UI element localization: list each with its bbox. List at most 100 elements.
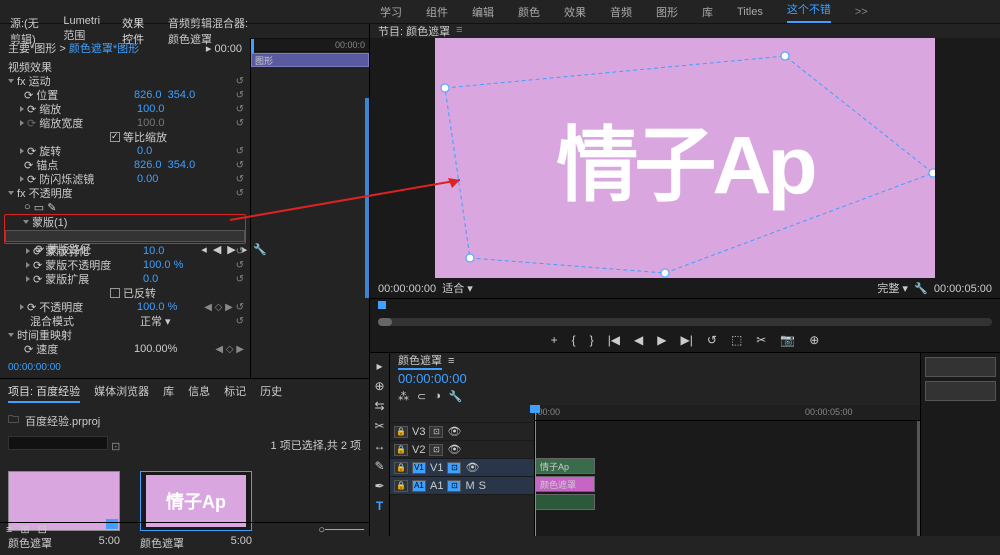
selection-tool[interactable]: ▸ <box>376 359 382 373</box>
go-to-out-button[interactable]: ↺ <box>707 333 717 347</box>
mark-out-button[interactable]: } <box>590 333 594 347</box>
timeline-playhead[interactable] <box>535 405 536 420</box>
timeline-settings: ⁂ ⊂ ◑ 🔧 <box>390 387 920 405</box>
ws-tab[interactable]: 组件 <box>426 4 448 20</box>
transport-controls: + { } |◀ ◀ ▶ ▶| ↺ ⬚ ✂ 📷 ⊕ <box>370 328 1000 352</box>
kf-nav[interactable]: ▸ 00:00 <box>206 42 242 55</box>
clip[interactable]: 情子Ap <box>535 458 595 474</box>
program-tc-in[interactable]: 00:00:00:00 <box>378 283 436 295</box>
seq-thumb[interactable] <box>925 357 996 377</box>
tab-info[interactable]: 信息 <box>188 383 210 403</box>
blend-mode-select[interactable]: 正常 ▾ <box>140 313 171 329</box>
ws-tab[interactable]: 库 <box>702 4 713 20</box>
snap-icon[interactable]: ⁂ <box>398 390 409 403</box>
step-fwd-button[interactable]: ▶| <box>681 333 693 347</box>
ec-timecode[interactable]: 00:00:00:00 <box>0 360 250 375</box>
mask-rect-icon[interactable]: ▭ <box>34 201 44 214</box>
quality-select[interactable]: 完整 ▾ <box>877 283 908 295</box>
project-item[interactable]: 颜色遮罩5:00 <box>8 471 120 551</box>
zoom-select[interactable]: 适合 ▾ <box>442 283 473 295</box>
search-input[interactable] <box>8 436 108 450</box>
tab-libraries[interactable]: 库 <box>163 383 174 403</box>
program-canvas[interactable]: 情子Ap <box>435 38 935 278</box>
razor-tool[interactable]: ✂ <box>374 419 384 433</box>
hand-tool[interactable]: ✒ <box>374 479 384 493</box>
project-item[interactable]: 情子Ap 颜色遮罩5:00 <box>140 471 252 551</box>
ec-playhead[interactable] <box>251 39 254 53</box>
program-timeline[interactable] <box>370 298 1000 328</box>
prop-speed[interactable]: ⟳ 速度 <box>24 341 134 357</box>
source-patch[interactable]: A1 <box>412 480 426 492</box>
overflow-icon[interactable]: >> <box>855 6 868 18</box>
icon-view-icon[interactable]: ⊞ <box>20 523 29 536</box>
ws-tab[interactable]: 颜色 <box>518 4 540 20</box>
list-view-icon[interactable]: ≡ <box>6 524 12 536</box>
ec-clip-bar[interactable]: 图形 <box>251 53 369 67</box>
track-select-tool[interactable]: ⊕ <box>374 379 384 393</box>
timeline-tracks[interactable]: 情子Ap 颜色遮罩 <box>535 421 920 536</box>
timeline-playhead-line[interactable] <box>535 421 536 536</box>
clip[interactable]: 颜色遮罩 <box>535 476 595 492</box>
settings-icon[interactable]: 🔧 <box>449 390 463 403</box>
time-ruler[interactable]: :00:00 00:00:05:00 00:00:10:00 <box>535 405 920 421</box>
scrollbar[interactable] <box>917 421 920 536</box>
mask-shape[interactable] <box>435 38 935 278</box>
ripple-tool[interactable]: ⇆ <box>374 399 384 413</box>
filter-icon[interactable]: ⊡ <box>111 441 120 453</box>
track-toggle[interactable]: ⊡ <box>429 426 443 438</box>
mask-ellipse-icon[interactable]: ○ <box>24 201 31 213</box>
zoom-scroll[interactable] <box>378 318 392 326</box>
scrollbar[interactable] <box>365 98 369 298</box>
prop-scale-width: ⟳ 缩放宽度 <box>27 115 137 131</box>
tab-project[interactable]: 项目: 百度经验 <box>8 383 80 403</box>
uniform-scale-checkbox[interactable] <box>110 132 120 142</box>
effect-controls: 视频效果 fx 运动↺ ⟳ 位置826.0 354.0↺ ⟳ 缩放100.0↺ … <box>0 58 250 360</box>
settings-icon[interactable]: 🔧 <box>914 283 928 295</box>
ws-tab[interactable]: Titles <box>737 6 763 18</box>
timeline-timecode[interactable]: 00:00:00:00 <box>398 371 467 386</box>
ec-breadcrumb: 主要*图形 > 颜色遮罩*图形 ▸ 00:00 <box>0 38 250 58</box>
bin-icon[interactable]: 🗀 <box>8 411 19 430</box>
panel-menu-icon[interactable]: ≡ <box>456 24 466 38</box>
pen-tool[interactable]: ✎ <box>374 459 384 473</box>
source-patch[interactable]: V1 <box>412 462 426 474</box>
step-back-button[interactable]: ◀ <box>634 333 643 347</box>
fx-opacity[interactable]: fx 不透明度 <box>17 185 127 201</box>
mark-in-button[interactable]: { <box>572 333 576 347</box>
seq-thumb[interactable] <box>925 381 996 401</box>
ws-tab-active[interactable]: 这个不错 <box>787 1 831 23</box>
tab-markers[interactable]: 标记 <box>224 383 246 403</box>
freeform-view-icon[interactable]: ⊟ <box>38 523 47 536</box>
panel-menu-icon[interactable]: ≡ <box>448 355 454 367</box>
project-footer: ≡ ⊞ ⊟ ○───── <box>0 522 370 536</box>
lift-button[interactable]: ⬚ <box>731 333 742 347</box>
play-button[interactable]: ▶ <box>657 333 666 347</box>
mask-item[interactable]: 蒙版(1) <box>32 214 142 230</box>
clip[interactable] <box>535 494 595 510</box>
reset-icon[interactable]: ↺ <box>236 76 244 87</box>
extract-button[interactable]: ✂ <box>756 333 766 347</box>
add-marker-button[interactable]: + <box>551 333 558 347</box>
tab-media-browser[interactable]: 媒体浏览器 <box>94 383 149 403</box>
sequence-tab[interactable]: 颜色遮罩 <box>398 352 442 370</box>
button-editor[interactable]: ⊕ <box>809 333 819 347</box>
ws-tab[interactable]: 学习 <box>380 4 402 20</box>
track-headers: 🔒V3⊡👁 🔒V2⊡👁 🔒V1V1⊡👁 🔒A1A1⊡MS <box>390 405 535 536</box>
program-playhead[interactable] <box>378 301 386 309</box>
track-lock[interactable]: 🔒 <box>394 426 408 438</box>
mask-inverted-checkbox[interactable] <box>110 288 120 298</box>
ws-tab[interactable]: 效果 <box>564 4 586 20</box>
mask-pen-icon[interactable]: ✎ <box>47 201 56 214</box>
go-to-in-button[interactable]: |◀ <box>608 333 620 347</box>
ws-tab[interactable]: 编辑 <box>472 4 494 20</box>
slip-tool[interactable]: ↔ <box>374 439 386 453</box>
program-tc-out[interactable]: 00:00:05:00 <box>934 283 992 295</box>
export-frame-button[interactable]: 📷 <box>780 333 795 347</box>
ws-tab[interactable]: 图形 <box>656 4 678 20</box>
link-icon[interactable]: ⊂ <box>417 390 426 403</box>
project-name: 百度经验.prproj <box>25 413 100 429</box>
type-tool[interactable]: T <box>376 499 383 513</box>
marker-icon[interactable]: ◑ <box>434 390 441 402</box>
tab-history[interactable]: 历史 <box>260 383 282 403</box>
ws-tab[interactable]: 音频 <box>610 4 632 20</box>
